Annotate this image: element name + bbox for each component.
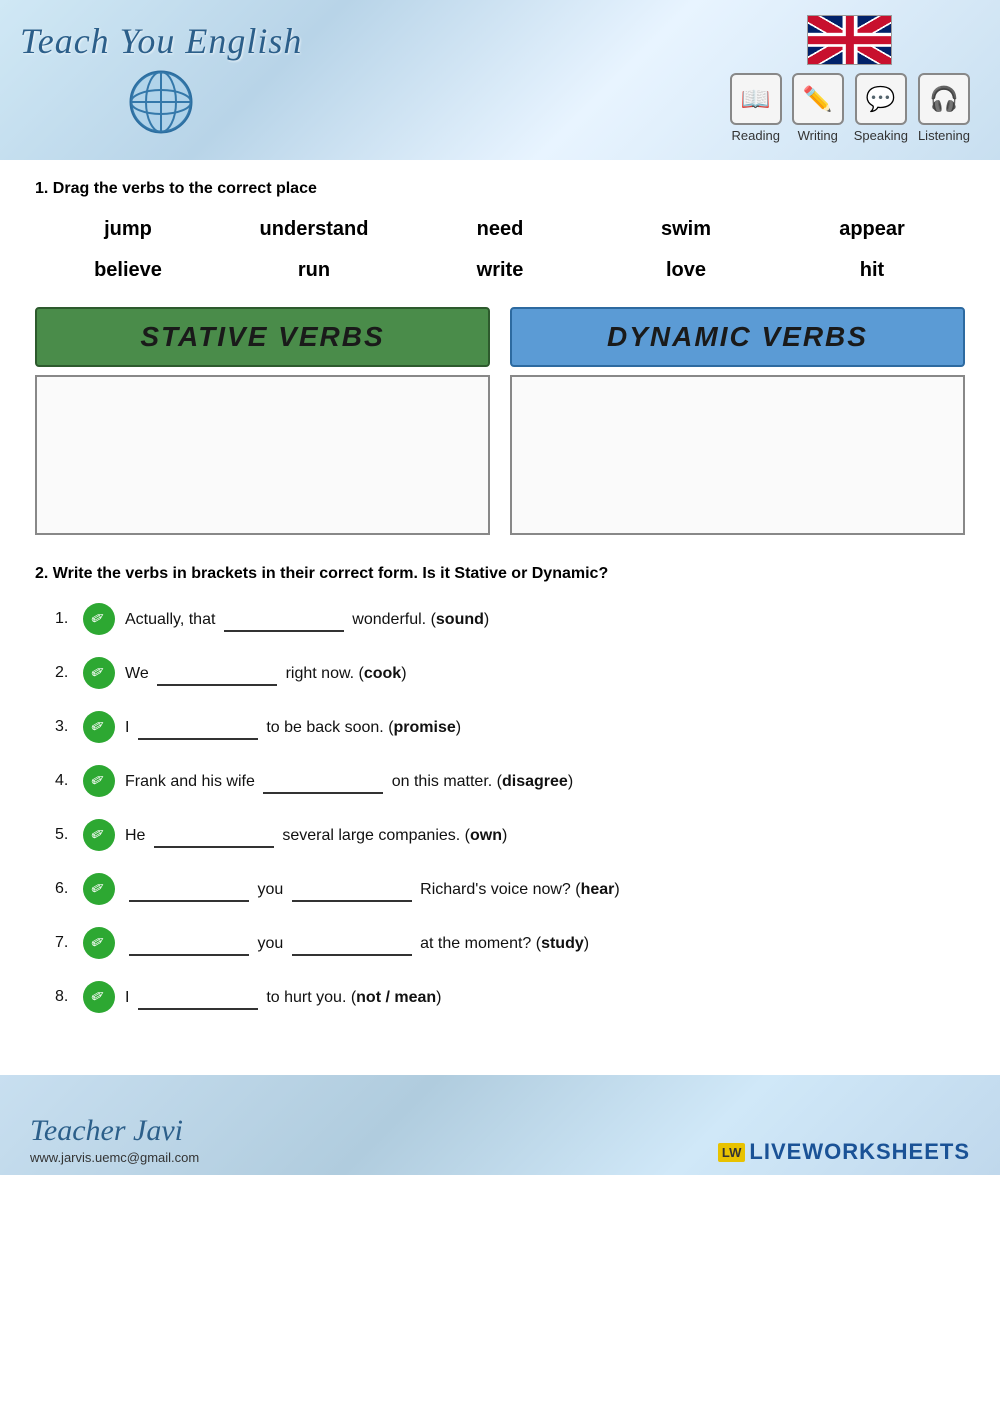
- pencil-icon-5: [83, 819, 115, 851]
- footer-left: Teacher Javi www.jarvis.uemc@gmail.com: [30, 1114, 199, 1165]
- live-badge: LW: [718, 1143, 746, 1162]
- verbs-grid: jump understand need swim appear believe…: [35, 213, 965, 287]
- logo-text: Teach You English: [20, 20, 302, 62]
- verb-label-8: not / mean: [356, 989, 436, 1006]
- section2-instruction: 2. Write the verbs in brackets in their …: [35, 565, 965, 583]
- footer: Teacher Javi www.jarvis.uemc@gmail.com L…: [0, 1075, 1000, 1175]
- writing-icon: ✏️: [792, 73, 844, 125]
- verb-run[interactable]: run: [221, 254, 407, 287]
- writing-label: Writing: [798, 128, 838, 143]
- header: Teach You English: [0, 0, 1000, 160]
- listening-icon: 🎧: [918, 73, 970, 125]
- item-num-3: 3.: [55, 715, 75, 739]
- verb-label-3: promise: [394, 719, 456, 736]
- exercise-text-1: Actually, that wonderful. (sound): [125, 606, 489, 632]
- item-num-8: 8.: [55, 985, 75, 1009]
- logo-area: Teach You English: [20, 10, 302, 137]
- exercise-text-6: you Richard's voice now? (hear): [125, 876, 620, 902]
- exercise-list: 1. Actually, that wonderful. (sound) 2. …: [35, 603, 965, 1013]
- section1-instruction: 1. Drag the verbs to the correct place: [35, 180, 965, 198]
- reading-icon: 📖: [730, 73, 782, 125]
- verb-appear[interactable]: appear: [779, 213, 965, 246]
- verb-hit[interactable]: hit: [779, 254, 965, 287]
- exercise-text-7: you at the moment? (study): [125, 930, 589, 956]
- pencil-icon-8: [83, 981, 115, 1013]
- speaking-label: Speaking: [854, 128, 908, 143]
- item-num-4: 4.: [55, 769, 75, 793]
- footer-right: LW LIVEWORKSHEETS: [718, 1139, 970, 1165]
- pencil-icon-3: [83, 711, 115, 743]
- reading-label: Reading: [732, 128, 780, 143]
- item-num-6: 6.: [55, 877, 75, 901]
- verb-understand[interactable]: understand: [221, 213, 407, 246]
- verb-believe[interactable]: believe: [35, 254, 221, 287]
- blank-7-2[interactable]: [292, 930, 412, 956]
- blank-8-1[interactable]: [138, 984, 258, 1010]
- blank-6-2[interactable]: [292, 876, 412, 902]
- verb-love[interactable]: love: [593, 254, 779, 287]
- exercise-item-3: 3. I to be back soon. (promise): [55, 711, 965, 743]
- skill-reading: 📖 Reading: [730, 73, 782, 143]
- exercise-text-4: Frank and his wife on this matter. (disa…: [125, 768, 573, 794]
- stative-drop-box[interactable]: [35, 375, 490, 535]
- exercise-text-3: I to be back soon. (promise): [125, 714, 461, 740]
- blank-4-1[interactable]: [263, 768, 383, 794]
- verb-swim[interactable]: swim: [593, 213, 779, 246]
- stative-header: STATIVE VERBS: [35, 307, 490, 367]
- blank-5-1[interactable]: [154, 822, 274, 848]
- skill-writing: ✏️ Writing: [792, 73, 844, 143]
- pencil-icon-6: [83, 873, 115, 905]
- listening-label: Listening: [918, 128, 970, 143]
- exercise-item-7: 7. you at the moment? (study): [55, 927, 965, 959]
- item-num-1: 1.: [55, 607, 75, 631]
- teacher-name: Teacher Javi: [30, 1114, 199, 1148]
- pencil-icon-2: [83, 657, 115, 689]
- exercise-text-5: He several large companies. (own): [125, 822, 507, 848]
- verb-need[interactable]: need: [407, 213, 593, 246]
- pencil-icon-1: [83, 603, 115, 635]
- speaking-icon: 💬: [855, 73, 907, 125]
- exercise-item-1: 1. Actually, that wonderful. (sound): [55, 603, 965, 635]
- item-num-2: 2.: [55, 661, 75, 685]
- exercise-item-6: 6. you Richard's voice now? (hear): [55, 873, 965, 905]
- exercise-text-2: We right now. (cook): [125, 660, 407, 686]
- blank-6-1[interactable]: [129, 876, 249, 902]
- drop-boxes-row: [35, 375, 965, 535]
- pencil-icon-7: [83, 927, 115, 959]
- exercise-text-8: I to hurt you. (not / mean): [125, 984, 442, 1010]
- verb-label-5: own: [470, 827, 502, 844]
- item-num-5: 5.: [55, 823, 75, 847]
- dynamic-header: DYNAMIC VERBS: [510, 307, 965, 367]
- liveworksheets-text: LIVEWORKSHEETS: [749, 1139, 970, 1165]
- website: www.jarvis.uemc@gmail.com: [30, 1150, 199, 1165]
- dynamic-drop-box[interactable]: [510, 375, 965, 535]
- verb-label-2: cook: [364, 665, 401, 682]
- verb-label-1: sound: [436, 611, 484, 628]
- categories-row: STATIVE VERBS DYNAMIC VERBS: [35, 307, 965, 367]
- blank-7-1[interactable]: [129, 930, 249, 956]
- item-num-7: 7.: [55, 931, 75, 955]
- skill-speaking: 💬 Speaking: [854, 73, 908, 143]
- skills-row: 📖 Reading ✏️ Writing 💬 Speaking 🎧 Listen…: [730, 73, 970, 143]
- verb-label-6: hear: [581, 881, 615, 898]
- verb-write[interactable]: write: [407, 254, 593, 287]
- blank-2-1[interactable]: [157, 660, 277, 686]
- skills-area: 📖 Reading ✏️ Writing 💬 Speaking 🎧 Listen…: [730, 10, 970, 143]
- exercise-item-4: 4. Frank and his wife on this matter. (d…: [55, 765, 965, 797]
- verb-label-4: disagree: [502, 773, 568, 790]
- verb-label-7: study: [541, 935, 584, 952]
- globe-icon: [126, 67, 196, 137]
- main-content: 1. Drag the verbs to the correct place j…: [0, 160, 1000, 1055]
- blank-1-1[interactable]: [224, 606, 344, 632]
- exercise-item-2: 2. We right now. (cook): [55, 657, 965, 689]
- verb-jump[interactable]: jump: [35, 213, 221, 246]
- exercise-item-5: 5. He several large companies. (own): [55, 819, 965, 851]
- pencil-icon-4: [83, 765, 115, 797]
- blank-3-1[interactable]: [138, 714, 258, 740]
- skill-listening: 🎧 Listening: [918, 73, 970, 143]
- uk-flag: [807, 15, 892, 65]
- exercise-item-8: 8. I to hurt you. (not / mean): [55, 981, 965, 1013]
